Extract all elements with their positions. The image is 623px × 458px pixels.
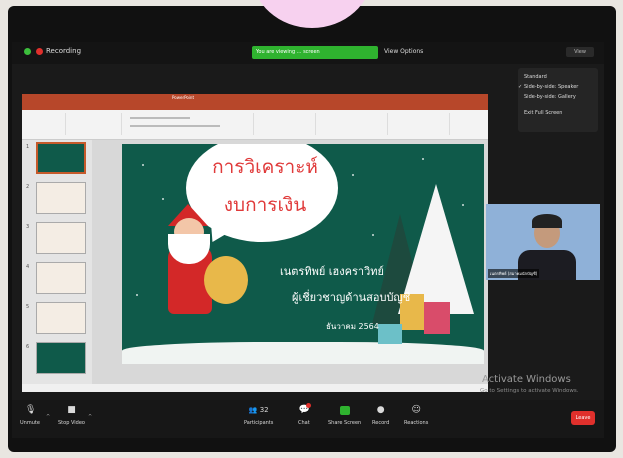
thumbnail-number: 2	[26, 184, 30, 190]
zoom-screen: Recording You are viewing ... screen Vie…	[12, 42, 604, 438]
paragraph-group[interactable]	[256, 113, 316, 135]
powerpoint-status-bar	[22, 384, 488, 392]
ribbon-toolbar	[22, 110, 488, 140]
view-menu-side-by-side-gallery[interactable]: Side-by-side: Gallery	[524, 92, 592, 102]
font-group[interactable]	[124, 113, 254, 135]
thumbnail-number: 6	[26, 344, 30, 350]
slide-date: ธันวาคม 2564	[326, 322, 379, 331]
powerpoint-window-title: PowerPoint	[172, 95, 195, 100]
reactions-button[interactable]: ☺ Reactions	[404, 405, 428, 427]
record-icon: ●	[376, 405, 385, 415]
speaker-name-tag: เนตรทิพย์ (สมาคมนักบัญชี)	[488, 269, 540, 278]
meeting-controls-toolbar: 🎙 Unmute ^ ■ Stop Video ^ 👥 32 Participa…	[12, 400, 604, 438]
slide-thumbnail[interactable]	[36, 182, 86, 214]
recording-icon	[36, 48, 43, 55]
unmute-button[interactable]: 🎙 Unmute	[20, 405, 40, 427]
recording-label: Recording	[46, 47, 82, 55]
share-status-banner: You are viewing ... screen	[252, 46, 378, 59]
editing-group[interactable]	[390, 113, 450, 135]
slide-thumbnail[interactable]	[36, 342, 86, 374]
powerpoint-title-bar: PowerPoint	[22, 94, 488, 102]
presenter-role: ผู้เชี่ยวชาญด้านสอบบัญชี	[292, 291, 411, 304]
chat-icon: 💬	[298, 403, 311, 415]
microphone-muted-icon: 🎙	[24, 405, 37, 415]
view-menu-side-by-side-speaker[interactable]: Side-by-side: Speaker	[518, 82, 592, 92]
chat-button[interactable]: 💬 Chat	[298, 403, 311, 426]
security-icon[interactable]	[24, 48, 31, 55]
view-menu: Standard Side-by-side: Speaker Side-by-s…	[518, 68, 598, 132]
slide-thumbnail[interactable]	[36, 302, 86, 334]
thumbnail-number: 1	[26, 144, 30, 150]
leave-button[interactable]: Leave	[571, 411, 595, 425]
participants-count: 32	[259, 406, 269, 414]
record-button[interactable]: ● Record	[372, 405, 389, 427]
slide-title-line1: การวิเคราะห์	[212, 156, 318, 178]
view-menu-exit-full-screen[interactable]: Exit Full Screen	[524, 108, 592, 118]
share-screen-icon	[339, 406, 350, 415]
participants-icon: 👥 32	[248, 406, 269, 414]
slide-thumbnails-panel: 1 2 3 4 5 6	[22, 140, 92, 384]
view-menu-standard[interactable]: Standard	[524, 72, 592, 82]
thumbnail-number: 4	[26, 264, 30, 270]
audio-options-caret[interactable]: ^	[46, 414, 50, 420]
chat-notification-badge	[305, 403, 311, 408]
thumbnail-number: 5	[26, 304, 30, 310]
slide-title-line2: งบการเงิน	[223, 194, 307, 216]
ribbon-tabs: File Home Insert Draw Design Transitions…	[22, 102, 488, 120]
presenter-name: เนตรทิพย์ เฮงคราวิทย์	[280, 265, 384, 278]
stop-video-button[interactable]: ■ Stop Video	[58, 405, 85, 427]
activate-windows-subtitle: Go to Settings to activate Windows.	[480, 388, 579, 394]
view-options-button[interactable]: View Options	[384, 48, 423, 55]
clipboard-group[interactable]	[26, 113, 66, 135]
activate-windows-title: Activate Windows	[482, 374, 571, 385]
speaker-video[interactable]: เนตรทิพย์ (สมาคมนักบัญชี)	[486, 204, 600, 280]
slide-thumbnail[interactable]	[36, 142, 86, 174]
video-camera-icon: ■	[67, 405, 76, 415]
share-screen-button[interactable]: Share Screen	[328, 406, 361, 426]
current-slide: การวิเคราะห์ งบการเงิน เนตรทิพย์ เฮงคราว…	[122, 144, 484, 364]
gift-box	[424, 302, 450, 334]
meeting-top-bar: Recording You are viewing ... screen Vie…	[12, 42, 604, 64]
drawing-group[interactable]	[318, 113, 388, 135]
participants-button[interactable]: 👥 32 Participants	[244, 406, 273, 426]
slide-thumbnail[interactable]	[36, 262, 86, 294]
snow-ground	[122, 342, 484, 364]
thumbnail-number: 3	[26, 224, 30, 230]
video-options-caret[interactable]: ^	[88, 414, 92, 420]
shared-powerpoint-window: PowerPoint File Home Insert Draw Design …	[22, 94, 488, 392]
gift-sack-illustration	[204, 256, 248, 304]
slides-group[interactable]	[68, 113, 122, 135]
gift-box	[378, 324, 402, 344]
view-button[interactable]: View	[566, 47, 594, 57]
slide-thumbnail[interactable]	[36, 222, 86, 254]
reactions-icon: ☺	[411, 405, 421, 415]
